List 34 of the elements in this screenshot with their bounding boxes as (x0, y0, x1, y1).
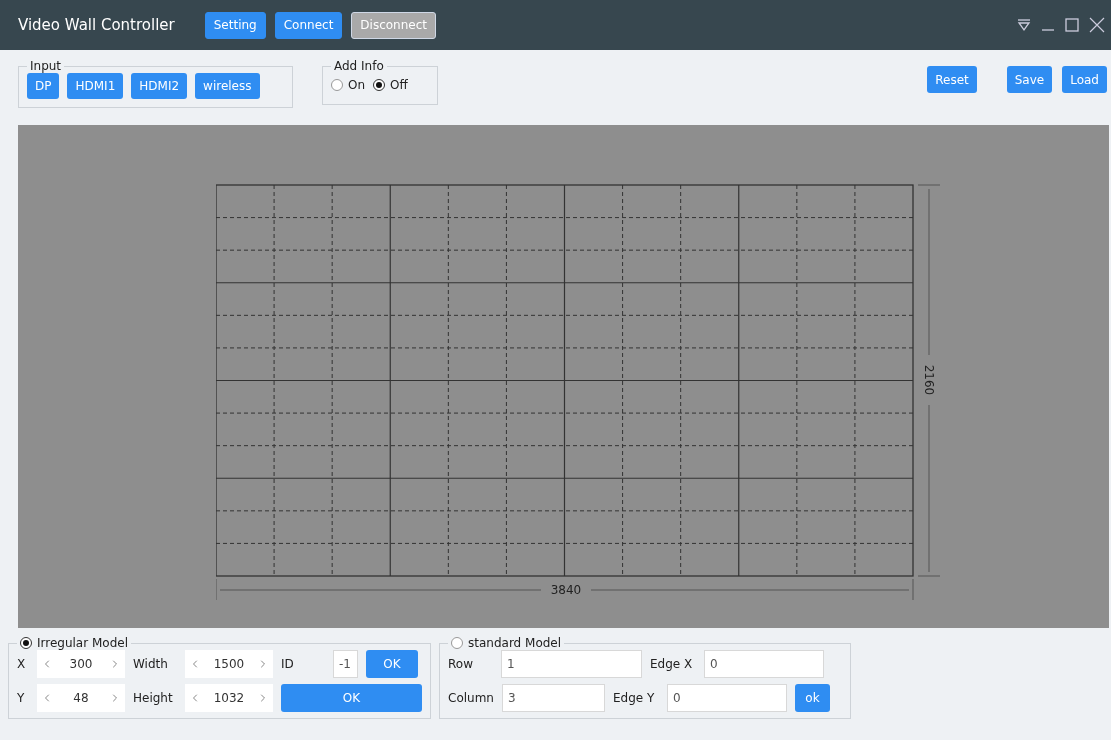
radio-label[interactable]: standard Model (468, 636, 562, 650)
number-spinner[interactable]: 300 (37, 650, 125, 678)
radio-button[interactable] (331, 79, 343, 91)
number-spinner[interactable]: 48 (37, 684, 125, 712)
radio-button[interactable] (451, 637, 463, 649)
field-label: Row (448, 657, 473, 671)
id-field[interactable]: -1 (333, 650, 358, 678)
radio-label[interactable]: Irregular Model (37, 636, 128, 650)
field-label: Column (448, 691, 494, 705)
group-title: Input (30, 59, 62, 73)
radio-button[interactable] (373, 79, 386, 91)
text-field[interactable]: 0 (703, 650, 824, 678)
group-title: Add Info (334, 59, 384, 73)
radio-label[interactable]: On (348, 78, 366, 92)
field-label: X (17, 657, 27, 671)
field-label: Y (17, 691, 26, 705)
height-label: 2160 (922, 364, 936, 396)
number-spinner[interactable]: 1032 (185, 684, 273, 712)
radio-label[interactable]: Off (390, 78, 408, 92)
window-title: Video Wall Controller (18, 16, 175, 34)
field-label: Height (133, 691, 174, 705)
field-label: ID (281, 657, 295, 671)
field-label: Edge X (649, 657, 694, 671)
radio-button[interactable] (20, 637, 32, 649)
text-field[interactable]: 0 (666, 684, 787, 712)
field-label: Edge Y (612, 691, 656, 705)
close-icon[interactable] (1089, 17, 1105, 33)
number-spinner[interactable]: 1500 (185, 650, 273, 678)
text-field[interactable]: 1 (500, 650, 642, 678)
width-label: 3840 (550, 583, 582, 597)
field-label: Width (133, 657, 169, 671)
maximize-icon[interactable] (1065, 18, 1079, 32)
text-field[interactable]: 3 (501, 684, 605, 712)
dropdown-icon[interactable] (1017, 18, 1031, 32)
